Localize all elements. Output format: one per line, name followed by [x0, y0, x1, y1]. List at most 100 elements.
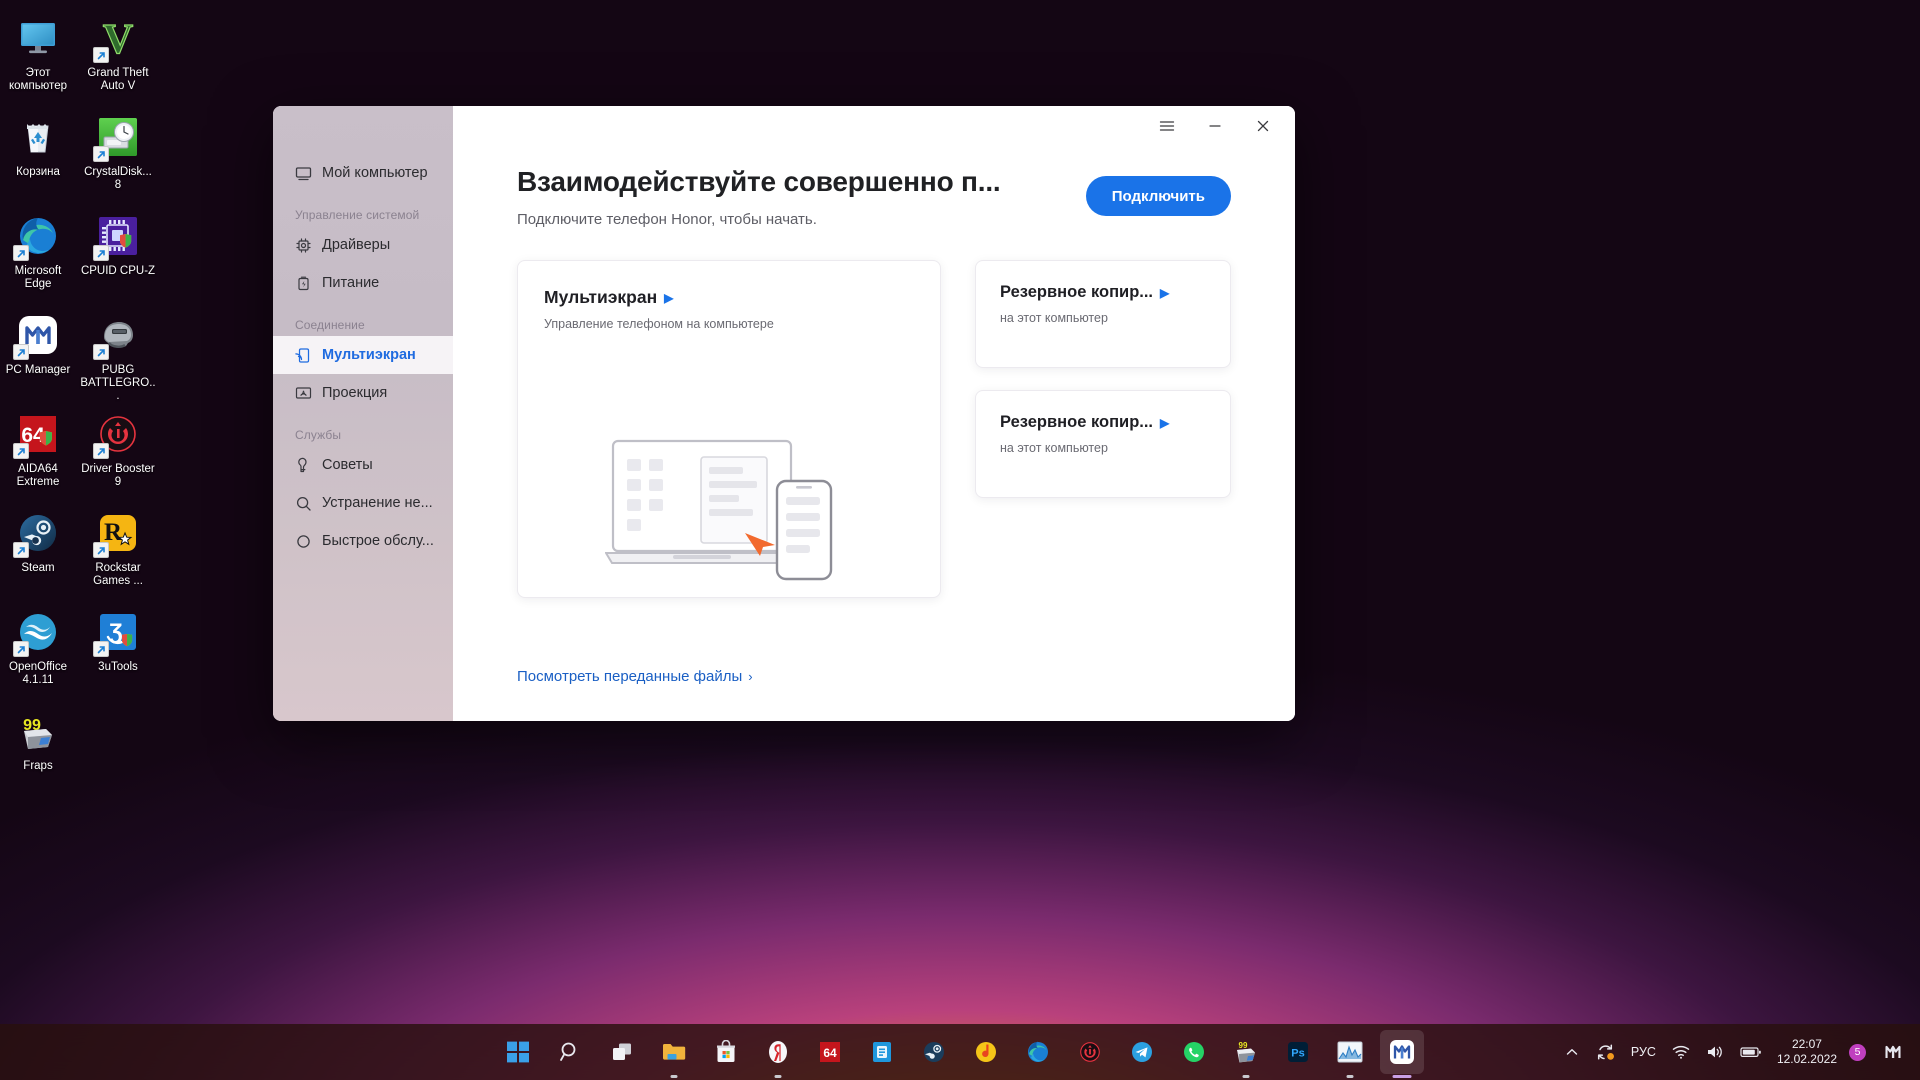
language-indicator[interactable]: РУС [1624, 1032, 1663, 1072]
desktop-icon-gta-v[interactable]: V V Grand Theft Auto V [80, 8, 156, 107]
svg-text:Ps: Ps [1291, 1048, 1304, 1060]
sidebar-item-label: Советы [322, 457, 373, 473]
yandex-browser-button[interactable] [756, 1030, 800, 1078]
card-backup-2[interactable]: Резервное копир... ▶ на этот компьютер [975, 390, 1231, 498]
tray-pc-manager-button[interactable] [1874, 1032, 1912, 1072]
running-indicator [1346, 1075, 1354, 1078]
start-button[interactable] [496, 1030, 540, 1074]
connect-button[interactable]: Подключить [1085, 176, 1231, 216]
desktop-icon-openoffice[interactable]: OpenOffice 4.1.11 [0, 602, 76, 701]
minimize-icon [1209, 125, 1221, 127]
gta-v-icon: V V [93, 14, 142, 63]
sidebar-item-troubleshooting[interactable]: Устранение не... [273, 484, 453, 522]
fraps-icon: 99 [14, 707, 62, 755]
telegram-button[interactable] [1120, 1030, 1164, 1074]
card-title-row: Резервное копир... ▶ [1000, 413, 1208, 432]
notification-badge[interactable]: 5 [1849, 1043, 1866, 1061]
openoffice-icon [13, 608, 62, 657]
hero-text-block: Взаимодействуйте совершенно п... Подключ… [517, 158, 1001, 228]
desktop-icon-microsoft-edge[interactable]: Microsoft Edge [0, 206, 76, 305]
photoshop-icon: Ps [1288, 1042, 1308, 1062]
driver-booster-button[interactable] [1068, 1030, 1112, 1074]
sidebar-item-quick-service[interactable]: Быстрое обслу... [273, 522, 453, 560]
task-view-icon [613, 1043, 631, 1060]
desktop-icon-fraps[interactable]: 99 Fraps [0, 701, 76, 800]
sidebar-item-label: Мультиэкран [322, 347, 416, 363]
clock[interactable]: 22:07 12.02.2022 [1771, 1037, 1847, 1067]
store-icon [717, 1040, 735, 1062]
shield-icon [295, 533, 312, 550]
search-button[interactable] [548, 1030, 592, 1074]
desktop-icon-this-pc[interactable]: Этот компьютер [0, 8, 76, 107]
content-area: Взаимодействуйте совершенно п... Подключ… [453, 146, 1295, 721]
sidebar-item-power[interactable]: Питание [273, 264, 453, 302]
desktop-icon-aida64[interactable]: 64 AIDA64 Extreme [0, 404, 76, 503]
sync-status-button[interactable] [1588, 1032, 1622, 1072]
photoshop-button[interactable]: Ps [1276, 1030, 1320, 1074]
whatsapp-button[interactable] [1172, 1030, 1216, 1074]
card-multiscreen[interactable]: Мультиэкран ▶ Управление телефоном на ко… [517, 260, 941, 598]
rockstar-games-icon: R [93, 509, 142, 558]
card-backup-1[interactable]: Резервное копир... ▶ на этот компьютер [975, 260, 1231, 368]
desktop-icon-steam[interactable]: Steam [0, 503, 76, 602]
desktop-icon-label: PC Manager [5, 364, 71, 376]
hero-section: Взаимодействуйте совершенно п... Подключ… [517, 158, 1231, 228]
search-icon [560, 1042, 576, 1061]
task-view-button[interactable] [600, 1030, 644, 1074]
laptop-phone-illustration [518, 415, 940, 585]
microsoft-edge-button[interactable] [1016, 1030, 1060, 1074]
whatsapp-icon [1184, 1042, 1204, 1062]
sidebar-item-drivers[interactable]: Драйверы [273, 226, 453, 264]
music-app-button[interactable] [964, 1030, 1008, 1074]
wifi-button[interactable] [1665, 1032, 1697, 1072]
file-explorer-button[interactable] [652, 1030, 696, 1078]
desktop-icon-grid: Этот компьютер V V Grand Theft Auto V Ко… [0, 8, 170, 800]
utility-app-button[interactable] [860, 1030, 904, 1074]
battery-button[interactable] [1733, 1032, 1769, 1072]
steam-button[interactable] [912, 1030, 956, 1074]
svg-text:99: 99 [1239, 1041, 1248, 1050]
system-tray: РУС 22:07 12.02.2022 5 [1558, 1024, 1920, 1080]
aida64-button[interactable]: 64 [808, 1030, 852, 1074]
menu-button[interactable] [1145, 110, 1189, 142]
view-transferred-files-link[interactable]: Посмотреть переданные файлы › [517, 668, 753, 685]
sidebar-item-tips[interactable]: Советы [273, 446, 453, 484]
monitor-icon [295, 165, 312, 182]
sidebar-item-label: Проекция [322, 385, 388, 401]
blue-tool-icon [873, 1042, 891, 1062]
close-button[interactable] [1241, 110, 1285, 142]
sidebar-section-services: Службы [295, 428, 342, 442]
desktop-icon-3utools[interactable]: Ʒ 3uTools [80, 602, 156, 701]
battery-icon [1740, 1047, 1761, 1057]
yandex-icon [769, 1041, 787, 1063]
desktop-icon-label: 3uTools [98, 661, 138, 673]
desktop-icon-rockstar-games[interactable]: R Rockstar Games ... [80, 503, 156, 602]
desktop-icon-pubg[interactable]: PUBG BATTLEGRO... [80, 305, 156, 404]
sidebar-item-projection[interactable]: Проекция [273, 374, 453, 412]
clock-time: 22:07 [1791, 1037, 1822, 1051]
microsoft-store-button[interactable] [704, 1030, 748, 1074]
sidebar-item-multiscreen[interactable]: Мультиэкран [273, 336, 453, 374]
sidebar-item-my-computer[interactable]: Мой компьютер [273, 154, 453, 192]
tray-overflow-button[interactable] [1558, 1032, 1586, 1072]
steam-icon [13, 509, 62, 558]
desktop-icon-cpu-z[interactable]: CPUID CPU-Z [80, 206, 156, 305]
minimize-button[interactable] [1193, 110, 1237, 142]
sidebar-section-system: Управление системой [295, 208, 420, 222]
card-subtitle: Управление телефоном на компьютере [544, 317, 774, 331]
desktop-icon-driver-booster[interactable]: Driver Booster 9 [80, 404, 156, 503]
desktop-icon-pc-manager[interactable]: PC Manager [0, 305, 76, 404]
active-indicator [1392, 1075, 1412, 1078]
volume-button[interactable] [1699, 1032, 1731, 1072]
card-title: Резервное копир... [1000, 283, 1154, 301]
fraps-button[interactable]: 99 [1224, 1030, 1268, 1078]
desktop-icon-label: CPUID CPU-Z [80, 265, 156, 277]
desktop-icon-recycle-bin[interactable]: Корзина [0, 107, 76, 206]
footer-link-label: Посмотреть переданные файлы [517, 668, 743, 685]
pc-manager-button[interactable] [1380, 1030, 1424, 1078]
shortcut-overlay-icon [93, 47, 109, 63]
card-subtitle: на этот компьютер [1000, 311, 1108, 325]
monitoring-app-button[interactable] [1328, 1030, 1372, 1078]
desktop-icon-crystaldiskmark[interactable]: CrystalDisk... 8 [80, 107, 156, 206]
chevron-right-icon: › [748, 669, 753, 684]
